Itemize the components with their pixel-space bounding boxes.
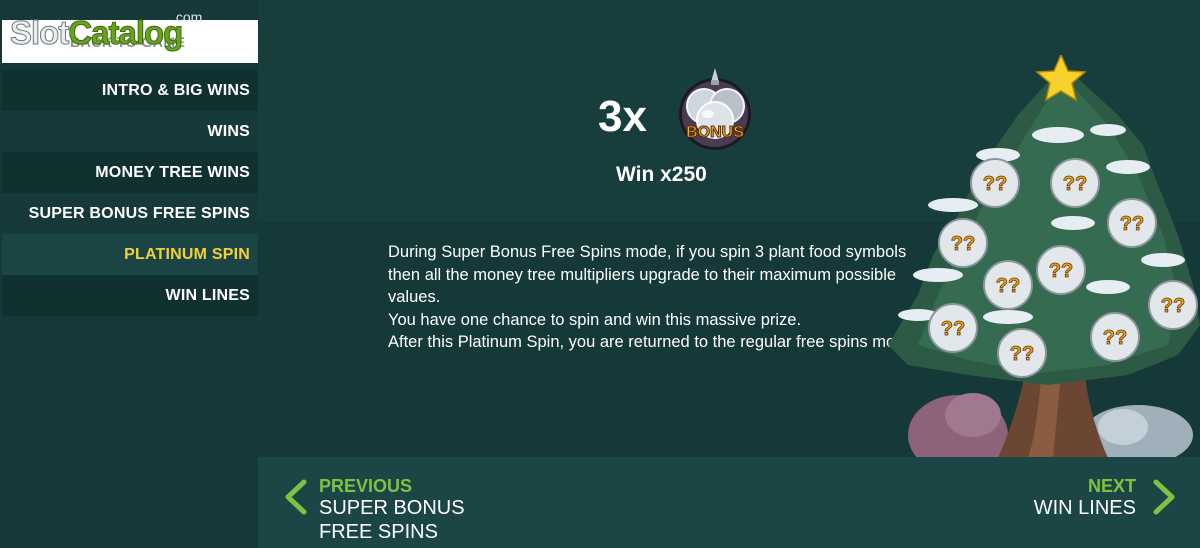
bonus-ornament-label: BONUS — [686, 124, 744, 141]
logo-text-catalog: Catalog — [68, 14, 184, 52]
ornament-label: ?? — [1103, 327, 1127, 349]
win-multiplier-text: Win x250 — [616, 163, 707, 186]
bonus-ornament-icon: BONUS — [679, 68, 751, 150]
menu-item-platinum-spin[interactable]: PLATINUM SPIN — [2, 234, 258, 275]
sidebar: BACK TO GAME SlotCatalog .com INTRO & BI… — [0, 0, 258, 318]
logo-text-slot: Slot — [9, 14, 69, 52]
next-title[interactable]: NEXT — [1088, 476, 1136, 497]
menu-item-super-bonus-free-spins[interactable]: SUPER BONUS FREE SPINS — [2, 193, 258, 234]
ornament-label: ?? — [951, 233, 975, 255]
ornament-label: ?? — [1010, 343, 1034, 365]
ornament-label: ?? — [996, 275, 1020, 297]
feature-description: During Super Bonus Free Spins mode, if y… — [388, 241, 928, 354]
description-line-2: You have one chance to spin and win this… — [388, 310, 802, 329]
money-tree-illustration: ?? ?? ?? ?? ?? ?? ?? ?? ?? ?? — [888, 55, 1200, 458]
previous-title[interactable]: PREVIOUS — [319, 476, 412, 497]
slotcatalog-logo: SlotCatalog — [9, 14, 184, 54]
menu-item-intro-big-wins[interactable]: INTRO & BIG WINS — [2, 70, 258, 111]
next-page-link[interactable]: WIN LINES — [1034, 496, 1136, 520]
ornament-label: ?? — [1161, 295, 1185, 317]
chevron-left-icon[interactable] — [282, 478, 310, 516]
ornament-label: ?? — [941, 318, 965, 340]
menu-item-money-tree-wins[interactable]: MONEY TREE WINS — [2, 152, 258, 193]
previous-page-link[interactable]: SUPER BONUS FREE SPINS — [319, 496, 509, 544]
description-line-3: After this Platinum Spin, you are return… — [388, 333, 919, 351]
ornament-label: ?? — [1120, 213, 1144, 235]
symbol-multiplier: 3x — [598, 92, 647, 141]
menu-item-wins[interactable]: WINS — [2, 111, 258, 152]
ornament-label: ?? — [983, 173, 1007, 195]
chevron-right-icon[interactable] — [1150, 478, 1178, 516]
logo-suffix: .com — [172, 9, 203, 25]
menu-item-win-lines[interactable]: WIN LINES — [2, 275, 258, 316]
help-menu: INTRO & BIG WINS WINS MONEY TREE WINS SU… — [2, 70, 258, 316]
description-line-1: During Super Bonus Free Spins mode, if y… — [388, 243, 907, 306]
ornament-label: ?? — [1049, 260, 1073, 282]
ornament-label: ?? — [1063, 173, 1087, 195]
